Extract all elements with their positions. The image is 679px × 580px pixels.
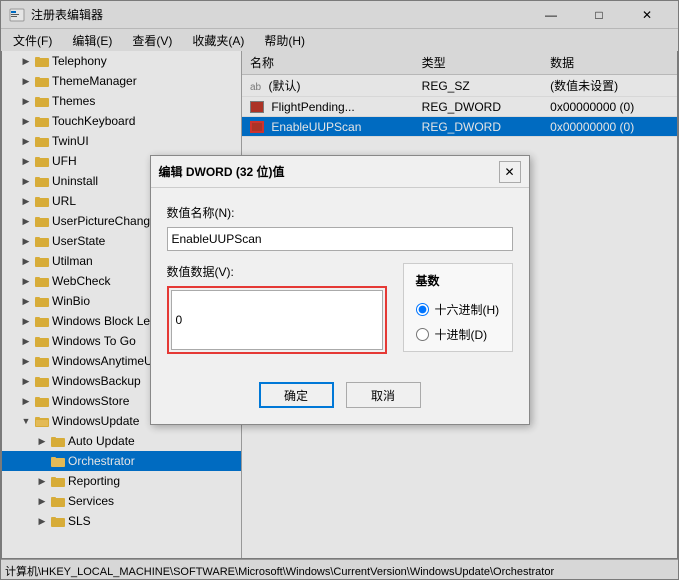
dialog-overlay: 编辑 DWORD (32 位)值 ✕ 数值名称(N): 数值数据(V): 基数	[0, 0, 679, 580]
radix-title: 基数	[416, 272, 500, 289]
radio-hex-label: 十六进制(H)	[435, 301, 500, 318]
cancel-button[interactable]: 取消	[346, 382, 421, 408]
name-input[interactable]	[167, 227, 513, 251]
name-label: 数值名称(N):	[167, 204, 513, 221]
dialog-close-button[interactable]: ✕	[499, 161, 521, 183]
value-input[interactable]	[171, 290, 383, 350]
dialog-title-bar: 编辑 DWORD (32 位)值 ✕	[151, 156, 529, 188]
radio-decimal[interactable]: 十进制(D)	[416, 326, 500, 343]
radio-decimal-label: 十进制(D)	[435, 326, 488, 343]
value-input-box	[167, 286, 387, 354]
ok-button[interactable]: 确定	[259, 382, 334, 408]
edit-dword-dialog: 编辑 DWORD (32 位)值 ✕ 数值名称(N): 数值数据(V): 基数	[150, 155, 530, 425]
window-frame: 注册表编辑器 — □ ✕ 文件(F) 编辑(E) 查看(V) 收藏夹(A) 帮助…	[0, 0, 679, 580]
radio-hex-input[interactable]	[416, 303, 429, 316]
dialog-buttons: 确定 取消	[151, 370, 529, 424]
value-group: 数值数据(V):	[167, 263, 387, 354]
value-label: 数值数据(V):	[167, 263, 387, 280]
dialog-body: 数值名称(N): 数值数据(V): 基数 十六进制(H)	[151, 188, 529, 370]
dialog-row: 数值数据(V): 基数 十六进制(H) 十进制(D)	[167, 263, 513, 354]
radio-decimal-input[interactable]	[416, 328, 429, 341]
dialog-title: 编辑 DWORD (32 位)值	[159, 163, 285, 180]
radio-hex[interactable]: 十六进制(H)	[416, 301, 500, 318]
radix-group: 基数 十六进制(H) 十进制(D)	[403, 263, 513, 352]
